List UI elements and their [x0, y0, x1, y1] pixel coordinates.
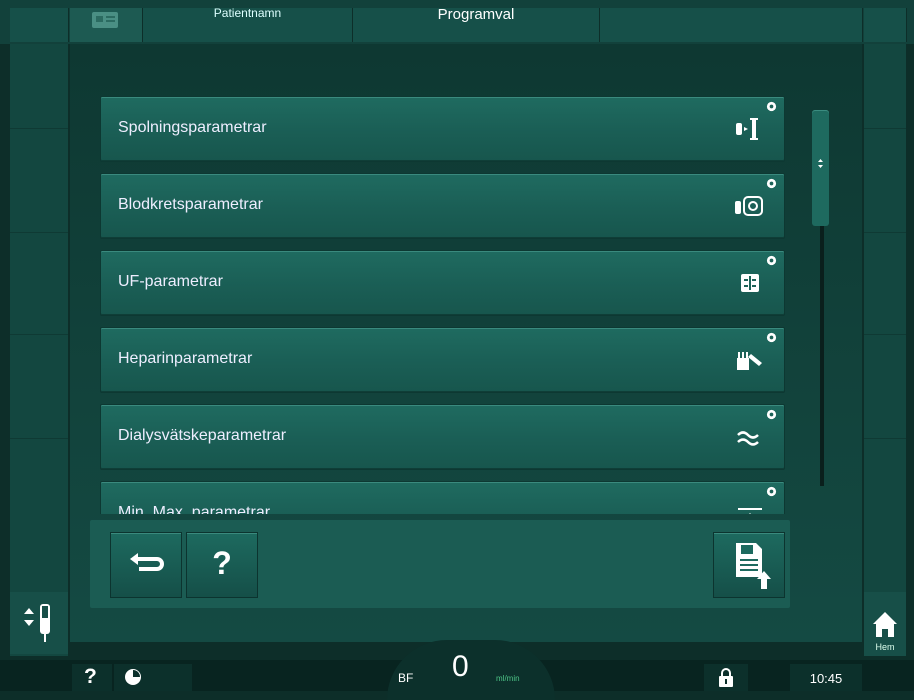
menu-item-label: Min. Max. parametrar [118, 504, 271, 514]
patient-name-field[interactable]: Patientnamn [143, 6, 353, 42]
time-label: 10:45 [809, 671, 843, 686]
home-button[interactable]: Hem [864, 592, 906, 656]
gear-icon [766, 178, 777, 189]
blood-circuit-icon [735, 196, 763, 216]
clock-icon [125, 669, 141, 685]
home-label: Hem [875, 642, 895, 652]
gear-icon [766, 409, 777, 420]
menu-item-min-max-parameters[interactable]: Min. Max. parametrar [100, 481, 785, 514]
heparin-icon [737, 352, 762, 370]
patient-card-button[interactable] [70, 8, 143, 42]
gear-icon [766, 101, 777, 112]
top-left-cell [10, 8, 69, 42]
patient-name-label: Patientnamn [213, 6, 282, 20]
menu-item-rinse-parameters[interactable]: Spolningsparametrar [100, 96, 785, 162]
save-to-card-icon [736, 543, 771, 589]
program-selection-header: Programval [353, 6, 600, 42]
bf-label: BF [398, 671, 414, 685]
time-display: 10:45 [790, 664, 862, 691]
menu-item-heparin-parameters[interactable]: Heparinparametrar [100, 327, 785, 393]
uf-icon [741, 274, 759, 292]
status-help-label: ? [84, 665, 97, 688]
rinse-icon [736, 118, 758, 140]
min-max-icon [738, 508, 762, 514]
menu-item-dialysate-parameters[interactable]: Dialysvätskeparametrar [100, 404, 785, 470]
gear-icon [766, 332, 777, 343]
syringe-button[interactable] [10, 592, 68, 654]
status-help-button[interactable]: ? [72, 664, 112, 691]
help-button-label: ? [212, 545, 232, 581]
menu-item-label: Heparinparametrar [118, 350, 253, 367]
syringe-icon [24, 604, 50, 642]
lock-icon [719, 668, 733, 687]
gear-icon [766, 486, 777, 497]
clock-button[interactable] [114, 664, 192, 691]
top-right-corner-cell [864, 8, 907, 42]
page-title: Programval [437, 6, 515, 23]
bf-value: 0 [452, 650, 469, 683]
menu-item-label: UF-parametrar [118, 273, 223, 290]
help-button[interactable]: ? [186, 532, 258, 598]
save-button[interactable] [713, 532, 785, 598]
blood-flow-display [387, 640, 555, 700]
menu-item-label: Dialysvätskeparametrar [118, 427, 287, 444]
top-right-cell [600, 8, 863, 42]
back-button[interactable] [110, 532, 182, 598]
right-side-panel [864, 44, 906, 656]
back-arrow-icon [130, 553, 164, 571]
scrollbar-thumb[interactable] [812, 110, 829, 226]
gear-icon [766, 255, 777, 266]
menu-item-label: Spolningsparametrar [118, 119, 267, 136]
menu-item-blood-circuit-parameters[interactable]: Blodkretsparametrar [100, 173, 785, 239]
menu-item-label: Blodkretsparametrar [118, 196, 263, 213]
bf-unit: ml/min [496, 674, 520, 683]
scroll-arrows-icon [818, 159, 823, 168]
left-side-panel [10, 44, 68, 656]
parameter-list: Spolningsparametrar Blodkretsparametrar … [100, 88, 790, 514]
patient-card-icon [92, 12, 118, 28]
dialysate-icon [737, 431, 759, 446]
menu-item-uf-parameters[interactable]: UF-parametrar [100, 250, 785, 316]
lock-button[interactable] [704, 664, 748, 691]
